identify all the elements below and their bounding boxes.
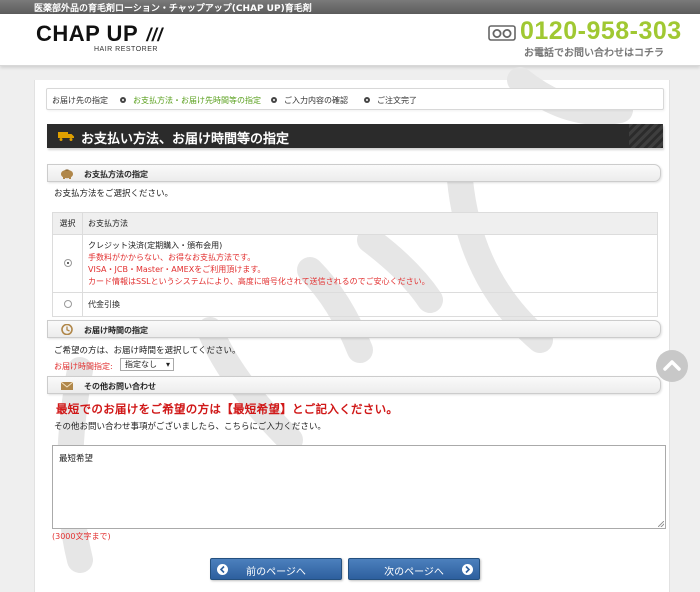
site-header: CHAP UP /// HAIR RESTORER 0120-958-303 お… xyxy=(0,14,700,66)
cod-radio[interactable] xyxy=(63,299,72,308)
top-banner-text: 医薬部外品の育毛剤ローション・チャップアップ(CHAP UP)育毛剤 xyxy=(34,4,312,14)
checkout-steps: お届け先の指定 お支払方法・お届け先時間等の指定 ご入力内容の確認 ご注文完了 xyxy=(46,88,664,110)
envelope-icon xyxy=(60,381,74,390)
delivery-instruction: ご希望の方は、お届け時間を選択してください。 xyxy=(54,346,241,356)
table-cell: クレジット決済(定期購入・頒布会用) 手数料がかからない、お得なお支払方法です。… xyxy=(82,234,658,293)
delivery-time-select[interactable]: 指定なし xyxy=(120,358,174,371)
top-banner: 医薬部外品の育毛剤ローション・チャップアップ(CHAP UP)育毛剤 xyxy=(0,0,700,14)
table-row: 代金引換 xyxy=(52,292,658,317)
prev-page-button[interactable]: 前のページへ xyxy=(210,558,342,580)
payment-instruction: お支払方法をご選択ください。 xyxy=(54,189,174,199)
inquiry-textarea[interactable]: 最短希望 xyxy=(52,445,666,529)
phone-number[interactable]: 0120-958-303 xyxy=(520,17,682,46)
clock-icon xyxy=(61,324,73,335)
delivery-time-selected: 指定なし xyxy=(125,360,157,369)
credit-method-security: カード情報はSSLというシステムにより、高度に暗号化されて送信されるのでご安心く… xyxy=(88,276,430,286)
step-separator-icon xyxy=(271,97,277,103)
scroll-to-top-button[interactable] xyxy=(656,350,688,382)
credit-card-radio[interactable] xyxy=(63,258,72,267)
table-cell: 代金引換 xyxy=(82,292,658,317)
payment-section-header: お支払方法の指定 xyxy=(47,164,661,182)
payment-section-title: お支払方法の指定 xyxy=(84,170,148,179)
table-row: クレジット決済(定期購入・頒布会用) 手数料がかからない、お得なお支払方法です。… xyxy=(52,234,658,293)
truck-icon xyxy=(58,132,74,141)
step-delivery-address: お届け先の指定 xyxy=(52,96,108,105)
page-title-bar: お支払い方法、お届け時間等の指定 xyxy=(47,124,663,148)
prev-page-label: 前のページへ xyxy=(246,567,306,578)
freedial-icon xyxy=(488,25,516,41)
step-confirm: ご入力内容の確認 xyxy=(284,96,348,105)
step-separator-icon xyxy=(120,97,126,103)
inquiry-textarea-value: 最短希望 xyxy=(59,454,94,464)
payment-method-table: 選択 お支払方法 クレジット決済(定期購入・頒布会用) 手数料がかからない、お得… xyxy=(52,212,658,317)
logo-slashes-icon: /// xyxy=(146,25,163,45)
logo-subtitle: HAIR RESTORER xyxy=(94,46,158,53)
next-page-label: 次のページへ xyxy=(384,567,444,578)
step-complete: ご注文完了 xyxy=(377,96,417,105)
column-header-method: お支払方法 xyxy=(82,212,658,235)
delivery-time-label: お届け時間指定: xyxy=(54,362,113,371)
credit-method-note: 手数料がかからない、お得なお支払方法です。 xyxy=(88,252,256,262)
credit-method-brands: VISA・JCB・Master・AMEXをご利用頂けます。 xyxy=(88,264,266,274)
next-page-button[interactable]: 次のページへ xyxy=(348,558,480,580)
piggy-bank-icon xyxy=(61,169,73,179)
table-cell xyxy=(52,292,83,317)
phone-caption: お電話でお問い合わせはコチラ xyxy=(524,48,664,59)
inquiry-section-title: その他お問い合わせ xyxy=(84,382,156,391)
logo-text: CHAP UP xyxy=(36,21,138,46)
arrow-right-icon xyxy=(462,564,473,575)
chevron-up-icon xyxy=(663,360,681,371)
site-logo[interactable]: CHAP UP /// xyxy=(36,21,163,47)
page-title: お支払い方法、お届け時間等の指定 xyxy=(81,132,290,147)
step-separator-icon xyxy=(364,97,370,103)
column-header-select: 選択 xyxy=(52,212,83,235)
shortest-delivery-notice: 最短でのお届けをご希望の方は【最短希望】とご記入ください。 xyxy=(56,402,399,416)
step-payment-time: お支払方法・お届け先時間等の指定 xyxy=(133,96,261,105)
character-limit-note: (3000文字まで) xyxy=(52,532,111,541)
credit-method-title: クレジット決済(定期購入・頒布会用) xyxy=(88,240,223,250)
delivery-section-header: お届け時間の指定 xyxy=(47,320,661,338)
cod-method-title: 代金引換 xyxy=(88,300,120,309)
inquiry-section-header: その他お問い合わせ xyxy=(47,376,661,394)
delivery-section-title: お届け時間の指定 xyxy=(84,326,148,335)
table-cell xyxy=(52,234,83,293)
inquiry-instruction: その他お問い合わせ事項がございましたら、こちらにご入力ください。 xyxy=(54,422,326,432)
